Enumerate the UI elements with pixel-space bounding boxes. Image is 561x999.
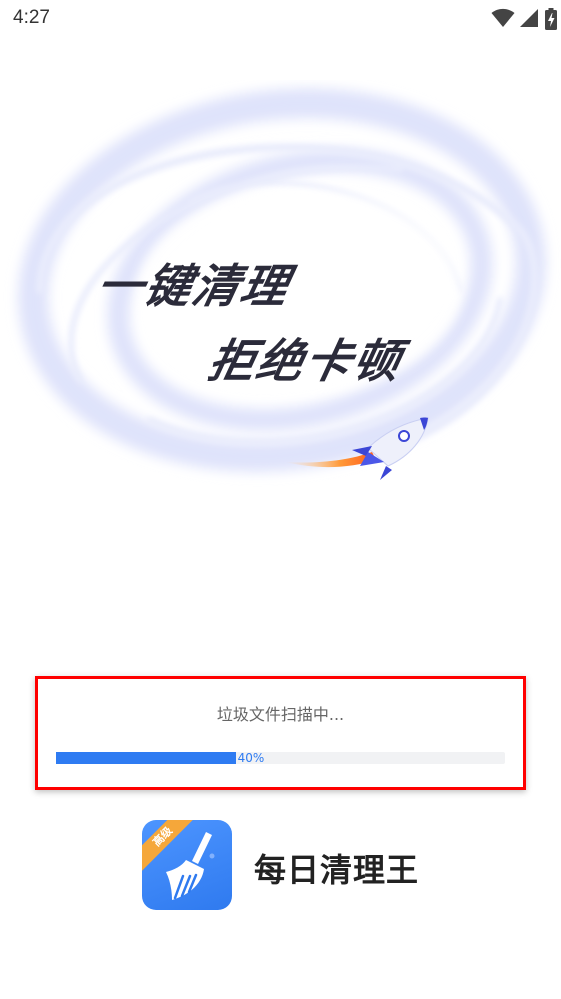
app-logo: 高级 [142,820,232,910]
status-bar: 4:27 [0,0,561,40]
scan-progress-panel: 垃圾文件扫描中... 40% [35,676,526,790]
broom-icon [166,832,215,900]
status-time: 4:27 [13,7,50,28]
rocket-icon [285,417,429,480]
battery-charging-icon [545,8,557,30]
progress-percent-label: 40% [237,751,265,765]
progress-fill [56,752,236,764]
app-name: 每日清理王 [254,851,420,889]
hero-slogan-line-2: 拒绝卡顿 [203,334,408,388]
progress-track [56,752,505,764]
signal-icon [520,9,538,27]
wifi-icon [491,8,515,27]
hero-banner: 一键清理 拒绝卡顿 [0,80,561,500]
scan-status-text: 垃圾文件扫描中... [216,705,345,724]
hero-slogan-line-1: 一键清理 [91,259,296,313]
